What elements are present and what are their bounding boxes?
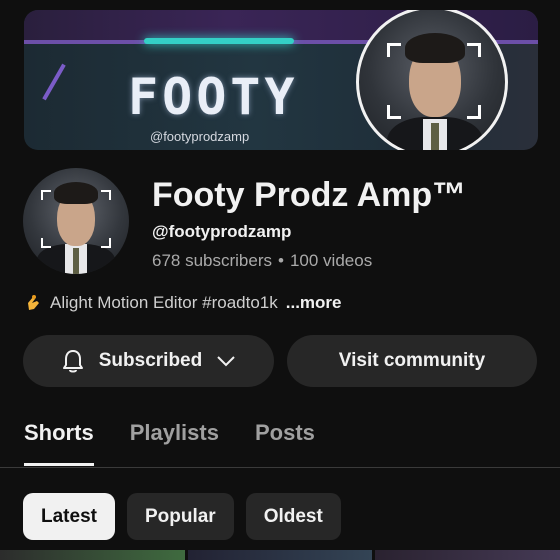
channel-avatar[interactable]	[23, 168, 129, 274]
visit-community-button[interactable]: Visit community	[287, 335, 537, 387]
short-thumbnail[interactable]	[187, 550, 373, 560]
banner-handle: @footyprodzamp	[150, 129, 250, 144]
banner-title: FOOTY	[128, 68, 299, 126]
channel-name: Footy Prodz Amp™	[152, 176, 467, 214]
tab-playlists[interactable]: Playlists	[130, 420, 219, 446]
banner-accent-line	[42, 63, 66, 101]
chip-latest[interactable]: Latest	[23, 493, 115, 540]
stats-separator: •	[278, 251, 284, 270]
filter-chips: Latest Popular Oldest	[23, 493, 341, 540]
channel-banner: FOOTY @footyprodzamp	[24, 10, 538, 150]
subscribed-label: Subscribed	[98, 350, 203, 371]
banner-portrait-image	[356, 10, 508, 150]
channel-stats: 678 subscribers • 100 videos	[152, 251, 372, 271]
channel-handle: @footyprodzamp	[152, 222, 292, 241]
chevron-down-icon	[217, 356, 235, 367]
short-thumbnail[interactable]	[375, 550, 560, 560]
chip-popular[interactable]: Popular	[126, 493, 234, 540]
channel-description[interactable]: Alight Motion Editor #roadto1k ...more	[24, 293, 342, 313]
subscriber-count: 678 subscribers	[152, 251, 273, 270]
description-text: Alight Motion Editor #roadto1k	[50, 293, 278, 312]
channel-tabs: Shorts Playlists Posts	[24, 420, 315, 446]
bell-icon	[62, 350, 83, 373]
short-thumbnail[interactable]	[0, 550, 185, 560]
tab-shorts[interactable]: Shorts	[24, 420, 94, 446]
shorts-grid	[0, 550, 560, 560]
pinching-hand-icon	[28, 295, 39, 310]
subscribed-button[interactable]: Subscribed	[23, 335, 274, 387]
banner-glow-line	[144, 38, 294, 44]
video-count: 100 videos	[289, 251, 373, 270]
active-tab-indicator	[24, 463, 94, 466]
chip-oldest[interactable]: Oldest	[245, 493, 341, 540]
more-link[interactable]: ...more	[286, 293, 342, 313]
tabs-divider	[0, 467, 560, 468]
tab-posts[interactable]: Posts	[255, 420, 315, 446]
